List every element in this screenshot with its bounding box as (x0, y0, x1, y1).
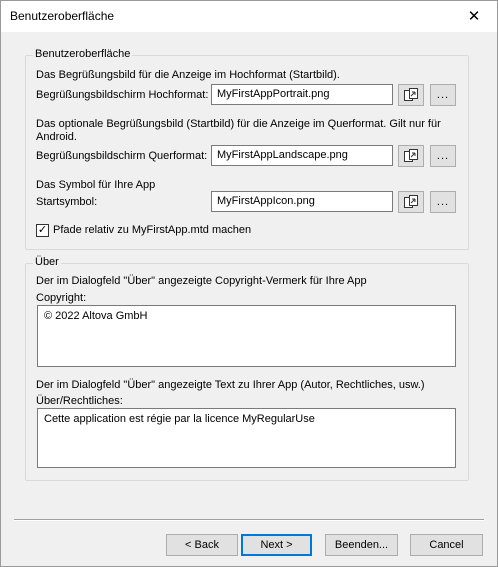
icon-open-button[interactable] (398, 191, 424, 213)
finish-button[interactable]: Beenden... (325, 534, 398, 556)
icon-browse-button[interactable]: ... (430, 191, 456, 213)
open-file-icon (404, 195, 418, 208)
portrait-description: Das Begrüßungsbild für die Anzeige im Ho… (36, 69, 340, 81)
window-title: Benutzeroberfläche (10, 9, 115, 23)
dialog-window: Benutzeroberfläche ✕ Benutzeroberfläche … (0, 0, 498, 567)
next-button[interactable]: Next > (241, 534, 312, 556)
about-group-label: Über (33, 256, 61, 268)
legal-description: Der im Dialogfeld "Über" angezeigte Text… (36, 379, 425, 391)
landscape-field[interactable]: MyFirstAppLandscape.png (211, 145, 393, 166)
open-file-icon (404, 149, 418, 162)
landscape-browse-button[interactable]: ... (430, 145, 456, 167)
ui-group-label: Benutzeroberfläche (33, 48, 133, 60)
portrait-open-button[interactable] (398, 84, 424, 106)
copyright-label: Copyright: (36, 292, 87, 304)
legal-label: Über/Rechtliches: (36, 395, 123, 407)
title-bar: Benutzeroberfläche ✕ (1, 1, 497, 32)
portrait-label: Begrüßungsbildschirm Hochformat: (36, 89, 209, 101)
portrait-field[interactable]: MyFirstAppPortrait.png (211, 84, 393, 105)
landscape-description: Das optionale Begrüßungsbild (Startbild)… (36, 118, 441, 143)
back-button[interactable]: < Back (166, 534, 238, 556)
legal-textarea[interactable]: Cette application est régie par la licen… (37, 408, 456, 468)
icon-description: Das Symbol für Ihre App (36, 179, 156, 191)
portrait-browse-button[interactable]: ... (430, 84, 456, 106)
close-button[interactable]: ✕ (451, 1, 497, 32)
icon-label: Startsymbol: (36, 196, 98, 208)
landscape-label: Begrüßungsbildschirm Querformat: (36, 150, 208, 162)
open-file-icon (404, 88, 418, 101)
icon-field[interactable]: MyFirstAppIcon.png (211, 191, 393, 212)
landscape-open-button[interactable] (398, 145, 424, 167)
relative-paths-label[interactable]: Pfade relativ zu MyFirstApp.mtd machen (53, 224, 251, 236)
copyright-description: Der im Dialogfeld "Über" angezeigte Copy… (36, 275, 367, 287)
relative-paths-checkbox[interactable]: ✓ (36, 224, 49, 237)
copyright-textarea[interactable]: © 2022 Altova GmbH (37, 305, 456, 367)
cancel-button[interactable]: Cancel (410, 534, 483, 556)
footer-separator (14, 519, 484, 521)
